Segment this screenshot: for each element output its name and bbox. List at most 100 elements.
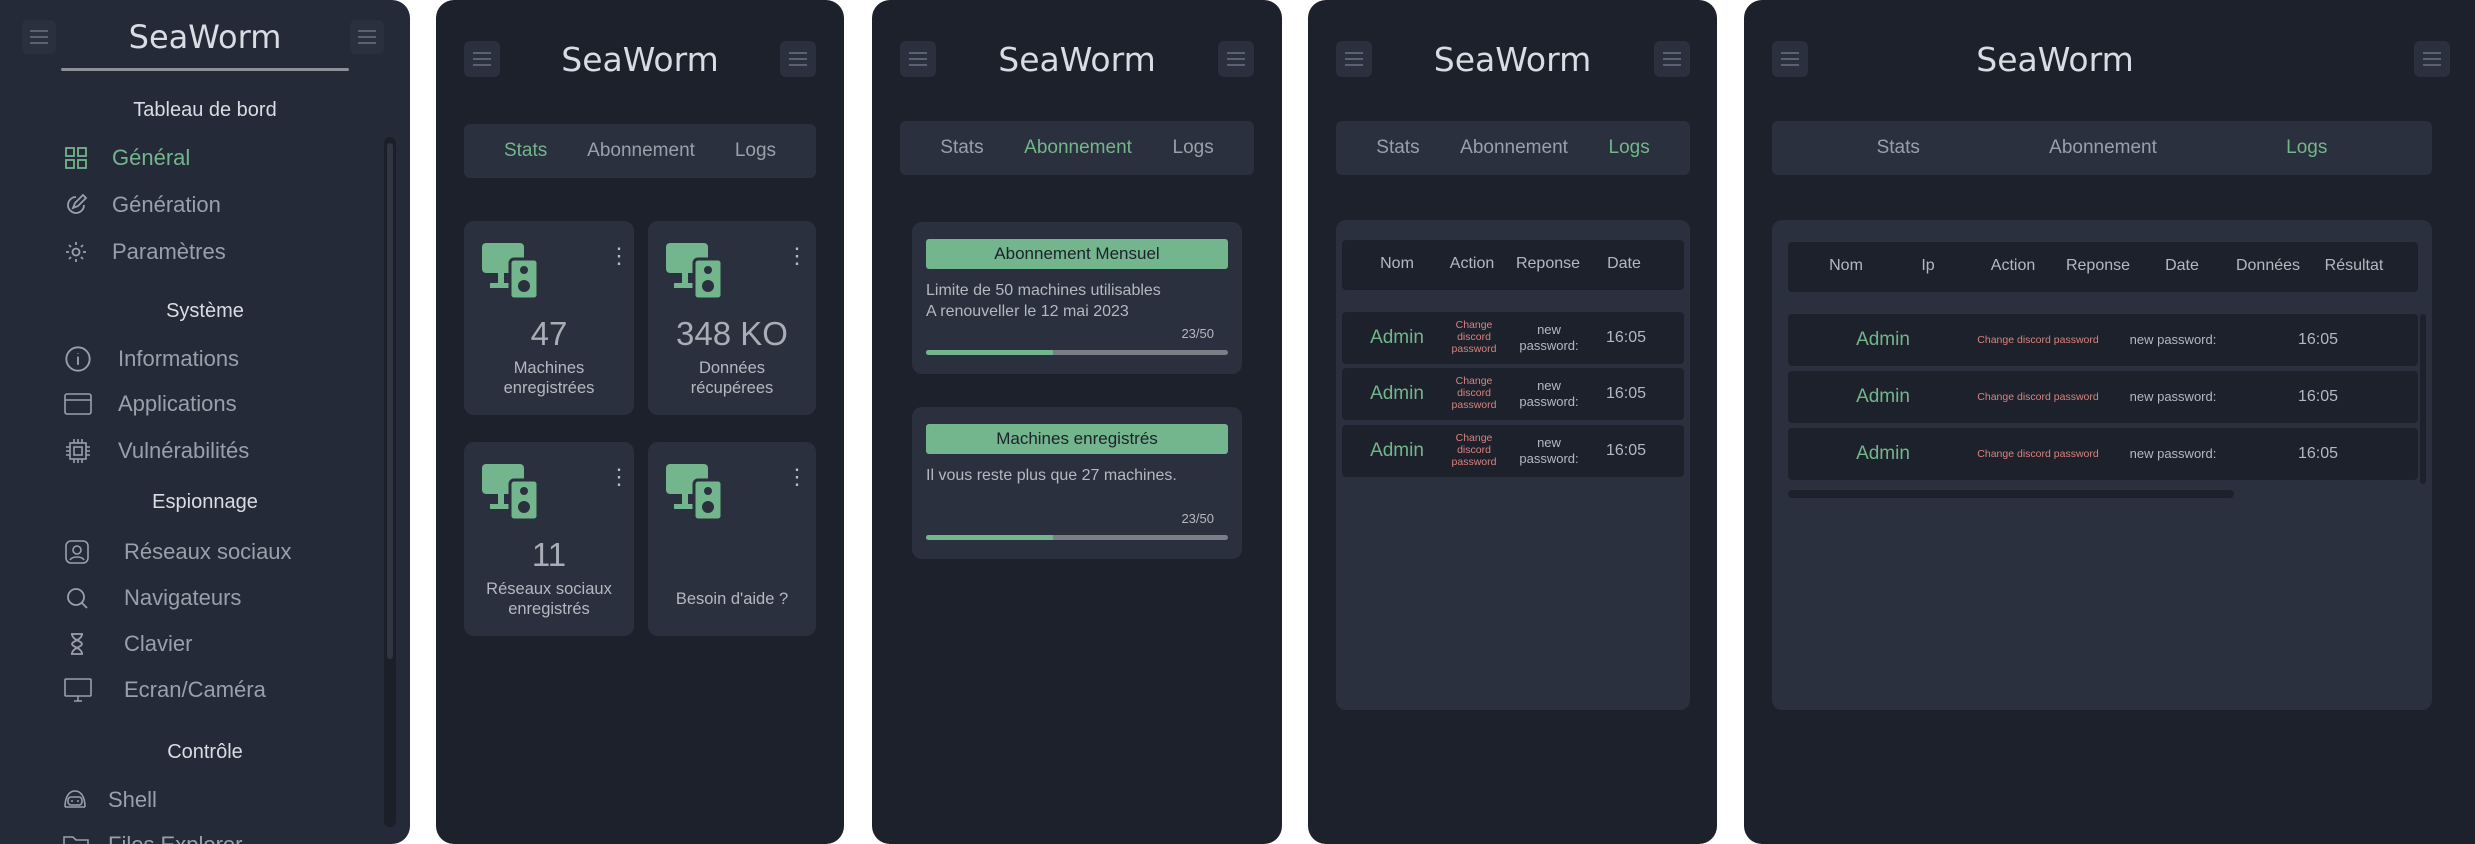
more-icon[interactable]: ⋮ [786,466,808,488]
grid-icon [65,147,87,169]
more-icon[interactable]: ⋮ [608,466,630,488]
row-action-line: Change [1455,432,1493,444]
sidebar-item-label: Réseaux sociaux [124,539,292,564]
scrollbar-thumb[interactable] [387,143,393,659]
sidebar-item-ecran-camera[interactable]: Ecran/Caméra [64,677,266,703]
row-response-line: password: [1519,451,1579,466]
tab-subscription[interactable]: Abonnement [1460,137,1568,159]
tab-stats[interactable]: Stats [940,137,983,159]
stat-value: 47 [530,315,568,352]
horizontal-scrollbar[interactable] [1788,490,2234,498]
help-card[interactable]: ⋮ Besoin d'aide ? [648,442,816,636]
column-header: Reponse [1515,255,1581,272]
row-response: new password: [2129,332,2217,347]
computer-speaker-icon [482,464,540,522]
sidebar-item-label: Clavier [124,631,193,656]
sidebar-item-applications[interactable]: Applications [64,391,237,417]
tab-logs[interactable]: Logs [1173,137,1214,159]
more-icon[interactable]: ⋮ [608,245,630,267]
column-header: Nom [1380,255,1414,272]
row-action-line: discord [1457,331,1491,343]
brand-title: SeaWorm [128,18,282,56]
window-icon [64,393,92,415]
subscription-limit: Limite de 50 machines utilisables [926,282,1161,299]
row-action-line: password [1451,343,1497,355]
tab-bar: Stats Abonnement Logs [464,124,816,178]
stat-card-data[interactable]: ⋮ 348 KO Données récupérees [648,221,816,415]
logs-panel: Nom Ip Action Reponse Date Données Résul… [1772,220,2432,710]
brand-title: SeaWorm [1976,40,2134,79]
menu-icon-right[interactable] [780,41,816,77]
row-date: 16:05 [1605,329,1647,346]
row-name: Admin [1856,329,1910,350]
more-icon[interactable]: ⋮ [786,245,808,267]
sidebar-item-shell[interactable]: Shell [62,787,157,813]
sidebar-item-general[interactable]: Général [64,145,190,171]
stat-value: 348 KO [676,315,788,352]
chip-icon [66,439,90,463]
contact-icon [65,540,89,564]
table-row[interactable]: Admin Change discord password new password:… [1342,312,1684,364]
stat-card-social[interactable]: ⋮ 11 Réseaux sociaux enregistrés [464,442,634,636]
sidebar-item-vulnerabilites[interactable]: Vulnérabilités [64,437,249,465]
sidebar-item-files-explorer[interactable]: Files Explorer [62,832,242,844]
vertical-scrollbar[interactable] [2420,314,2426,484]
row-date: 16:05 [2297,445,2339,462]
tab-subscription[interactable]: Abonnement [587,140,695,162]
section-title-spying: Espionnage [152,491,258,513]
column-header: Données [2235,257,2301,274]
sidebar-item-navigateurs[interactable]: Navigateurs [64,585,241,611]
row-action: Change discord password [1446,375,1502,411]
table-row[interactable]: Admin Change discord password new password:… [1342,368,1684,420]
row-response: new password: [2129,446,2217,461]
sidebar-item-parametres[interactable]: Paramètres [64,239,226,265]
sidebar-item-label: Paramètres [112,239,226,264]
progress-text: 23/50 [1181,326,1214,341]
sidebar-item-generation[interactable]: Génération [64,192,221,218]
menu-icon-right[interactable] [1654,41,1690,77]
tab-stats[interactable]: Stats [1877,137,1920,159]
menu-icon-right[interactable] [1218,41,1254,77]
progress-bar [926,350,1228,355]
menu-icon-right[interactable] [350,20,384,54]
tab-logs[interactable]: Logs [1609,137,1650,159]
tab-stats[interactable]: Stats [1376,137,1419,159]
sidebar-item-label: Génération [112,192,221,217]
stat-caption-line2: récupérees [690,379,774,397]
sidebar-item-clavier[interactable]: Clavier [64,631,192,657]
row-name: Admin [1370,440,1424,461]
sidebar-item-reseaux-sociaux[interactable]: Réseaux sociaux [64,539,292,565]
gear-icon [66,242,86,262]
menu-icon-right[interactable] [2414,41,2450,77]
folder-icon [63,836,89,844]
table-row[interactable]: Admin Change discord password new passwo… [1788,371,2418,423]
column-header: Date [1607,255,1641,272]
table-row[interactable]: Admin Change discord password new password:… [1342,425,1684,477]
tab-subscription[interactable]: Abonnement [1024,137,1132,159]
table-row[interactable]: Admin Change discord password new passwo… [1788,314,2418,366]
tab-bar: Stats Abonnement Logs [1336,121,1690,175]
hacker-icon [64,790,86,808]
tab-logs[interactable]: Logs [2286,137,2327,159]
row-response-line: password: [1519,394,1579,409]
sidebar-scrollbar[interactable] [384,137,396,827]
row-response: new password: [2129,389,2217,404]
stat-card-machines[interactable]: ⋮ 47 Machines enregistrées [464,221,634,415]
sidebar-item-informations[interactable]: Informations [64,345,239,373]
tab-stats[interactable]: Stats [504,140,547,162]
sidebar-item-label: Ecran/Caméra [124,677,266,702]
sidebar-item-label: Files Explorer [108,832,242,844]
row-date: 16:05 [1605,442,1647,459]
stat-value: 11 [531,536,567,573]
table-row[interactable]: Admin Change discord password new passwo… [1788,428,2418,480]
machines-card: Machines enregistrés Il vous reste plus … [912,407,1242,559]
row-date: 16:05 [2297,331,2339,348]
edit-icon [67,193,88,214]
tab-subscription[interactable]: Abonnement [2049,137,2157,159]
subscription-screen: SeaWorm Stats Abonnement Logs Abonnement… [872,0,1282,844]
row-action-line: Change [1455,375,1493,387]
sidebar-item-label: Général [112,145,191,170]
brand-underline [61,68,349,71]
row-date: 16:05 [1605,385,1647,402]
tab-logs[interactable]: Logs [735,140,776,162]
